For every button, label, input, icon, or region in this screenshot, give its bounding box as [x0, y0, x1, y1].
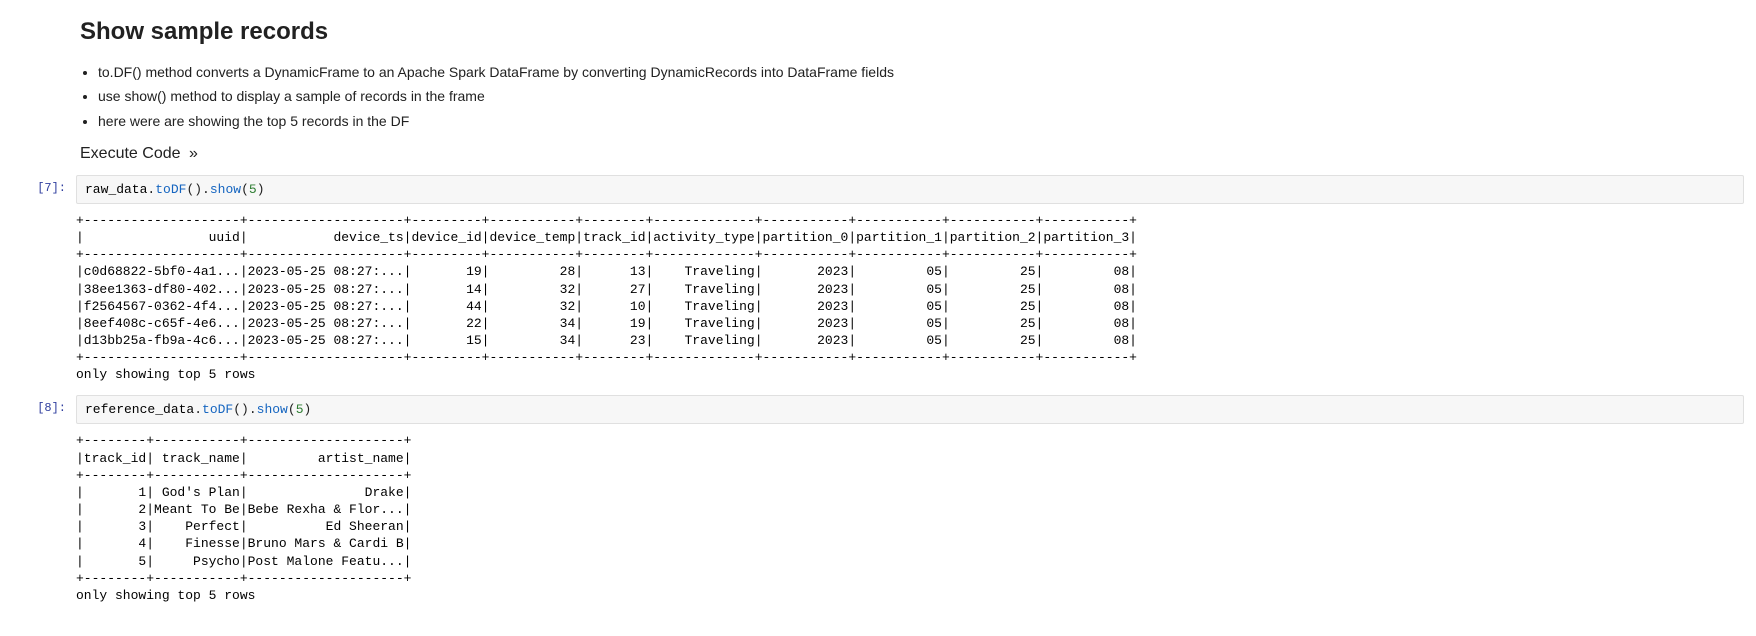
anchor-label: Execute Code [80, 145, 181, 162]
notebook: Show sample records to.DF() method conve… [0, 0, 1756, 636]
code-token: (). [233, 402, 256, 417]
code-token: 5 [249, 182, 257, 197]
list-item: use show() method to display a sample of… [98, 86, 1716, 106]
code-token: show [210, 182, 241, 197]
code-token: (). [186, 182, 209, 197]
code-token: ) [304, 402, 312, 417]
code-output: +--------+-----------+------------------… [76, 426, 1744, 606]
input-prompt: [8]: [0, 395, 76, 415]
arrow-icon: » [189, 145, 198, 162]
code-token: ) [257, 182, 265, 197]
markdown-block: Show sample records to.DF() method conve… [80, 18, 1716, 163]
code-token: toDF [155, 182, 186, 197]
code-token: 5 [296, 402, 304, 417]
code-cell: [8]: reference_data.toDF().show(5) [0, 395, 1756, 424]
code-token: ( [241, 182, 249, 197]
code-output: +--------------------+------------------… [76, 206, 1744, 386]
code-cell: [7]: raw_data.toDF().show(5) [0, 175, 1756, 204]
code-token: show [257, 402, 288, 417]
code-token: toDF [202, 402, 233, 417]
anchor-link[interactable]: Execute Code » [80, 145, 1716, 163]
code-input[interactable]: reference_data.toDF().show(5) [76, 395, 1744, 424]
input-prompt: [7]: [0, 175, 76, 195]
code-token: . [194, 402, 202, 417]
code-token: ( [288, 402, 296, 417]
notes-list: to.DF() method converts a DynamicFrame t… [98, 62, 1716, 131]
code-input[interactable]: raw_data.toDF().show(5) [76, 175, 1744, 204]
code-token: raw_data [85, 182, 147, 197]
section-heading: Show sample records [80, 18, 1716, 46]
list-item: to.DF() method converts a DynamicFrame t… [98, 62, 1716, 82]
code-token: reference_data [85, 402, 194, 417]
list-item: here were are showing the top 5 records … [98, 111, 1716, 131]
